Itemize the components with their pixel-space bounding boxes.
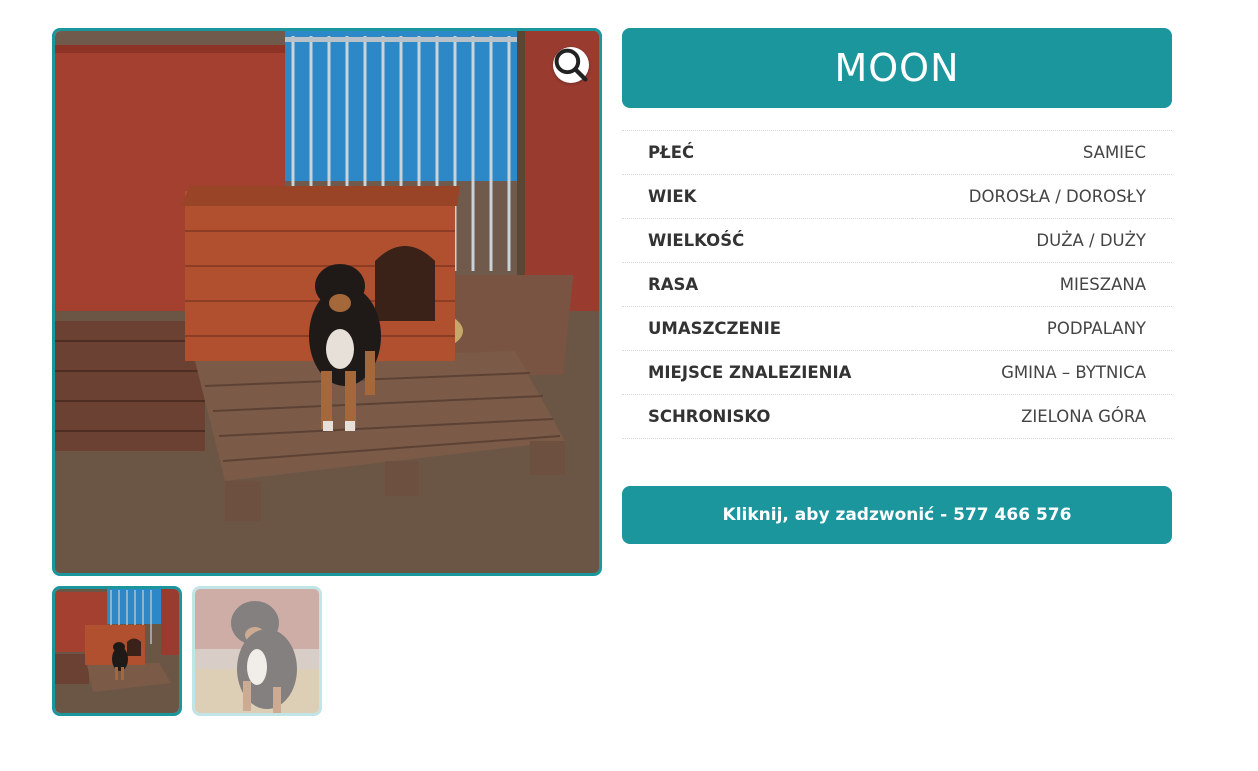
magnifier-icon xyxy=(554,48,588,82)
attribute-value: GMINA – BYTNICA xyxy=(911,350,1172,395)
dog-info-panel: MOON PŁEĆ SAMIEC WIEK DOROSŁA / DOROSŁY … xyxy=(622,28,1172,544)
attribute-value: ZIELONA GÓRA xyxy=(911,394,1172,439)
attribute-label: RASA xyxy=(622,262,912,307)
attribute-row-coat: UMASZCZENIE PODPALANY xyxy=(622,306,1172,351)
gallery-thumbnail-2[interactable] xyxy=(192,586,322,716)
attribute-label: UMASZCZENIE xyxy=(622,306,912,351)
zoom-button[interactable] xyxy=(553,47,589,83)
attribute-row-found-place: MIEJSCE ZNALEZIENIA GMINA – BYTNICA xyxy=(622,350,1172,395)
attribute-row-size: WIELKOŚĆ DUŻA / DUŻY xyxy=(622,218,1172,263)
attribute-value: SAMIEC xyxy=(911,130,1172,175)
thumbnail-kennel-photo xyxy=(55,589,179,713)
dog-kennel-photo xyxy=(55,31,599,573)
attribute-row-sex: PŁEĆ SAMIEC xyxy=(622,130,1172,175)
dog-name-header: MOON xyxy=(622,28,1172,108)
attribute-value: PODPALANY xyxy=(911,306,1172,351)
dog-name: MOON xyxy=(834,46,960,90)
attribute-value: DUŻA / DUŻY xyxy=(911,218,1172,263)
attribute-row-shelter: SCHRONISKO ZIELONA GÓRA xyxy=(622,394,1172,439)
thumbnail-dog-closeup-photo xyxy=(195,589,319,713)
main-dog-photo[interactable] xyxy=(52,28,602,576)
attribute-label: WIELKOŚĆ xyxy=(622,218,912,263)
call-button-label: Kliknij, aby zadzwonić - 577 466 576 xyxy=(722,505,1072,525)
attribute-label: PŁEĆ xyxy=(622,130,912,175)
attribute-label: MIEJSCE ZNALEZIENIA xyxy=(622,350,912,395)
attribute-label: WIEK xyxy=(622,174,912,219)
attributes-table: PŁEĆ SAMIEC WIEK DOROSŁA / DOROSŁY WIELK… xyxy=(622,130,1172,439)
call-button[interactable]: Kliknij, aby zadzwonić - 577 466 576 xyxy=(622,486,1172,544)
attribute-row-age: WIEK DOROSŁA / DOROSŁY xyxy=(622,174,1172,219)
attribute-value: DOROSŁA / DOROSŁY xyxy=(911,174,1172,219)
gallery-thumbnail-1[interactable] xyxy=(52,586,182,716)
attribute-label: SCHRONISKO xyxy=(622,394,912,439)
attribute-value: MIESZANA xyxy=(911,262,1172,307)
attribute-row-breed: RASA MIESZANA xyxy=(622,262,1172,307)
